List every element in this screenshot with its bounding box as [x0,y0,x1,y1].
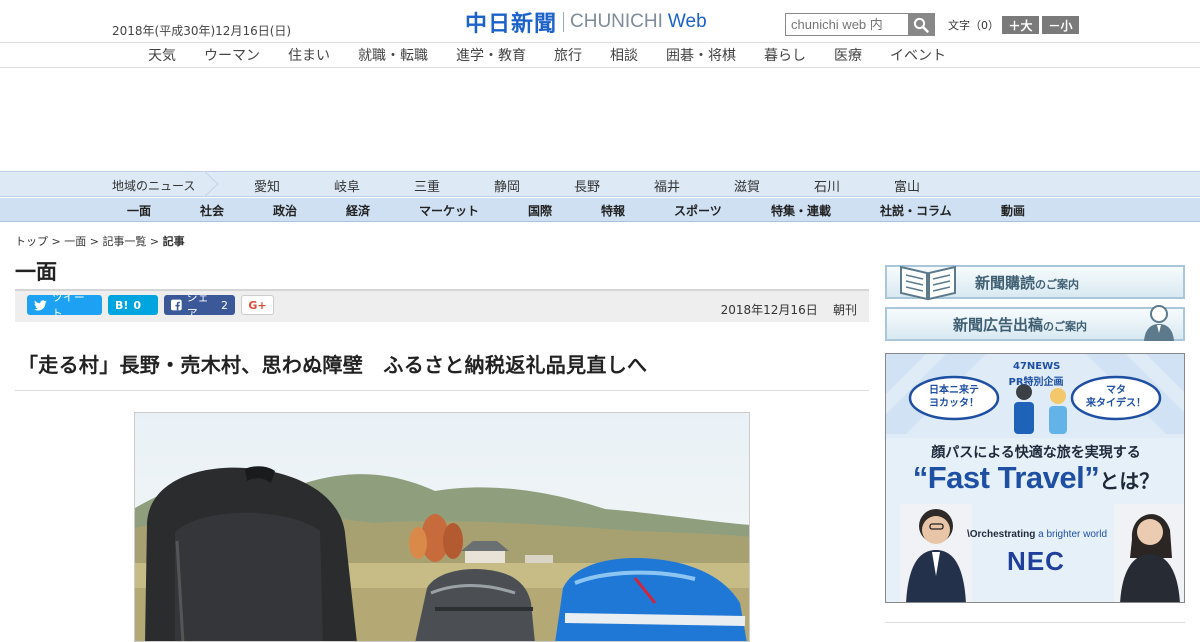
section-item-editorial[interactable]: 社説・コラム [880,202,952,219]
article-headline: 「走る村」長野・売木村、思わぬ障壁 ふるさと納税返礼品見直しへ [18,353,648,377]
ad-slogan: \Orchestrating a brighter world [962,529,1112,540]
region-item-mie[interactable]: 三重 [414,176,440,195]
headline-divider [15,390,869,391]
category-item-travel[interactable]: 旅行 [554,45,582,65]
ad-slogan-suffix: a brighter world [1035,529,1108,540]
category-item-woman[interactable]: ウーマン [204,45,260,65]
breadcrumb: トップ > 一面 > 記事一覧 > 記事 [15,235,185,248]
advertising-banner-sub: のご案内 [1043,320,1088,333]
section-nav: 一面 社会 政治 経済 マーケット 国際 特報 スポーツ 特集・連載 社説・コラ… [0,198,1200,222]
region-item-fukui[interactable]: 福井 [654,176,680,195]
region-nav-label: 地域のニュース [112,179,196,193]
region-arrow-inner [203,171,217,197]
facebook-share-count: 2 [221,298,228,312]
publication-edition: 朝刊 [832,303,857,317]
subscription-banner-main: 新聞購読 [975,274,1036,292]
hatena-count: 0 [133,298,142,312]
subscription-banner-text: 新聞購読のご案内 [975,272,1079,293]
hatena-icon: B! [115,298,129,312]
ad-headline: “Fast Travel”とは？ [886,460,1184,496]
font-larger-button[interactable]: ＋大 [1002,16,1039,34]
category-item-medical[interactable]: 医療 [834,45,862,65]
logo-web-text: Web [667,11,707,32]
publication-info: 2018年12月16日 朝刊 [721,301,857,318]
ad-tagline: 顔パスによる快適な旅を実現する [931,445,1141,461]
twitter-bird-icon [34,299,47,311]
region-item-shizuoka[interactable]: 静岡 [494,176,520,195]
ad-badge-line1: 47NEWS [1013,361,1061,372]
businessman-icon [1144,305,1174,341]
section-item-economy[interactable]: 経済 [346,202,370,219]
sidebar-advertisement[interactable]: 47NEWS PR特別企画 日本ニ来テ ヨカッタ！ マタ 来タイデス！ 顔パスに… [885,353,1185,603]
section-item-market[interactable]: マーケット [419,202,479,219]
advertising-banner-text: 新聞広告出稿のご案内 [953,314,1087,335]
advertising-banner[interactable]: 新聞広告出稿のご案内 [885,305,1185,341]
section-item-international[interactable]: 国際 [528,202,552,219]
category-nav: 天気 ウーマン 住まい 就職・転職 進学・教育 旅行 相談 囲碁・将棋 暮らし … [0,42,1200,68]
category-item-go-shogi[interactable]: 囲碁・将棋 [666,45,736,65]
breadcrumb-current: 記事 [162,235,185,248]
logo-divider [563,12,565,32]
site-search [785,13,935,36]
region-nav: 地域のニュース 愛知 岐阜 三重 静岡 長野 福井 滋賀 石川 富山 [0,171,1200,197]
category-item-events[interactable]: イベント [890,45,946,65]
sidebar-divider [885,622,1185,623]
section-item-sports[interactable]: スポーツ [674,202,722,219]
facebook-icon [171,299,182,311]
section-item-front[interactable]: 一面 [127,202,151,219]
ad-headline-suffix: とは？ [1099,469,1160,493]
header-date: 2018年(平成30年)12月16日(日) [112,24,292,38]
region-item-nagano[interactable]: 長野 [574,176,600,195]
advertising-banner-main: 新聞広告出稿 [953,316,1044,334]
subscription-banner-sub: のご案内 [1035,278,1080,291]
category-item-weather[interactable]: 天気 [148,45,176,65]
breadcrumb-top[interactable]: トップ [15,235,48,248]
publication-date: 2018年12月16日 [720,303,818,317]
facebook-share-label: シェア [186,291,209,320]
ad-bubble-right: マタ 来タイデス！ [1086,385,1146,409]
region-item-gifu[interactable]: 岐阜 [334,176,360,195]
section-item-special-report[interactable]: 特報 [601,202,625,219]
category-item-housing[interactable]: 住まい [288,45,330,65]
open-book-icon [900,265,956,301]
font-smaller-button[interactable]: －小 [1042,16,1079,34]
section-item-society[interactable]: 社会 [200,202,224,219]
font-size-label: 文字（0） [948,19,999,32]
subscription-banner[interactable]: 新聞購読のご案内 [885,265,1185,301]
site-logo[interactable]: 中日新聞 CHUNICHI Web [465,10,707,37]
region-item-toyama[interactable]: 富山 [894,176,920,195]
tweet-label: ツイート [51,291,85,320]
photo-image [135,413,749,641]
section-item-video[interactable]: 動画 [1001,202,1025,219]
ad-headline-main: “Fast Travel” [912,460,1100,495]
category-item-education[interactable]: 進学・教育 [456,45,526,65]
section-item-features[interactable]: 特集・連載 [771,202,831,219]
ad-badge-line2: PR特別企画 [1008,377,1064,388]
google-plus-button[interactable]: G+ [241,295,274,315]
top-header: 2018年(平成30年)12月16日(日) 中日新聞 CHUNICHI Web … [0,0,1200,42]
ad-slogan-prefix: \Orchestrating [966,529,1036,540]
search-icon [913,17,929,33]
region-item-aichi[interactable]: 愛知 [254,176,280,195]
logo-en-text: CHUNICHI [570,11,663,32]
nec-logo: NEC [1007,546,1065,576]
region-item-ishikawa[interactable]: 石川 [814,176,840,195]
tweet-button[interactable]: ツイート [27,291,102,320]
share-bar: ツイート B! 0 シェア 2 G+ 2018年12月16日 朝刊 [15,289,869,322]
category-item-jobs[interactable]: 就職・転職 [358,45,428,65]
ad-bubble-left: 日本ニ来テ ヨカッタ！ [929,385,979,409]
logo-jp-text: 中日新聞 [465,11,558,37]
search-input[interactable] [786,14,908,35]
article-photo[interactable] [134,412,750,642]
search-button[interactable] [908,14,934,35]
section-item-politics[interactable]: 政治 [273,202,297,219]
category-item-consult[interactable]: 相談 [610,45,638,65]
hatena-bookmark-button[interactable]: B! 0 [108,295,158,315]
page-section-title: 一面 [15,260,57,284]
category-item-living[interactable]: 暮らし [764,45,806,65]
facebook-share-button[interactable]: シェア 2 [164,291,235,320]
region-item-shiga[interactable]: 滋賀 [734,176,760,195]
breadcrumb-article-list[interactable]: 記事一覧 [102,235,146,248]
breadcrumb-front[interactable]: 一面 [64,235,86,248]
